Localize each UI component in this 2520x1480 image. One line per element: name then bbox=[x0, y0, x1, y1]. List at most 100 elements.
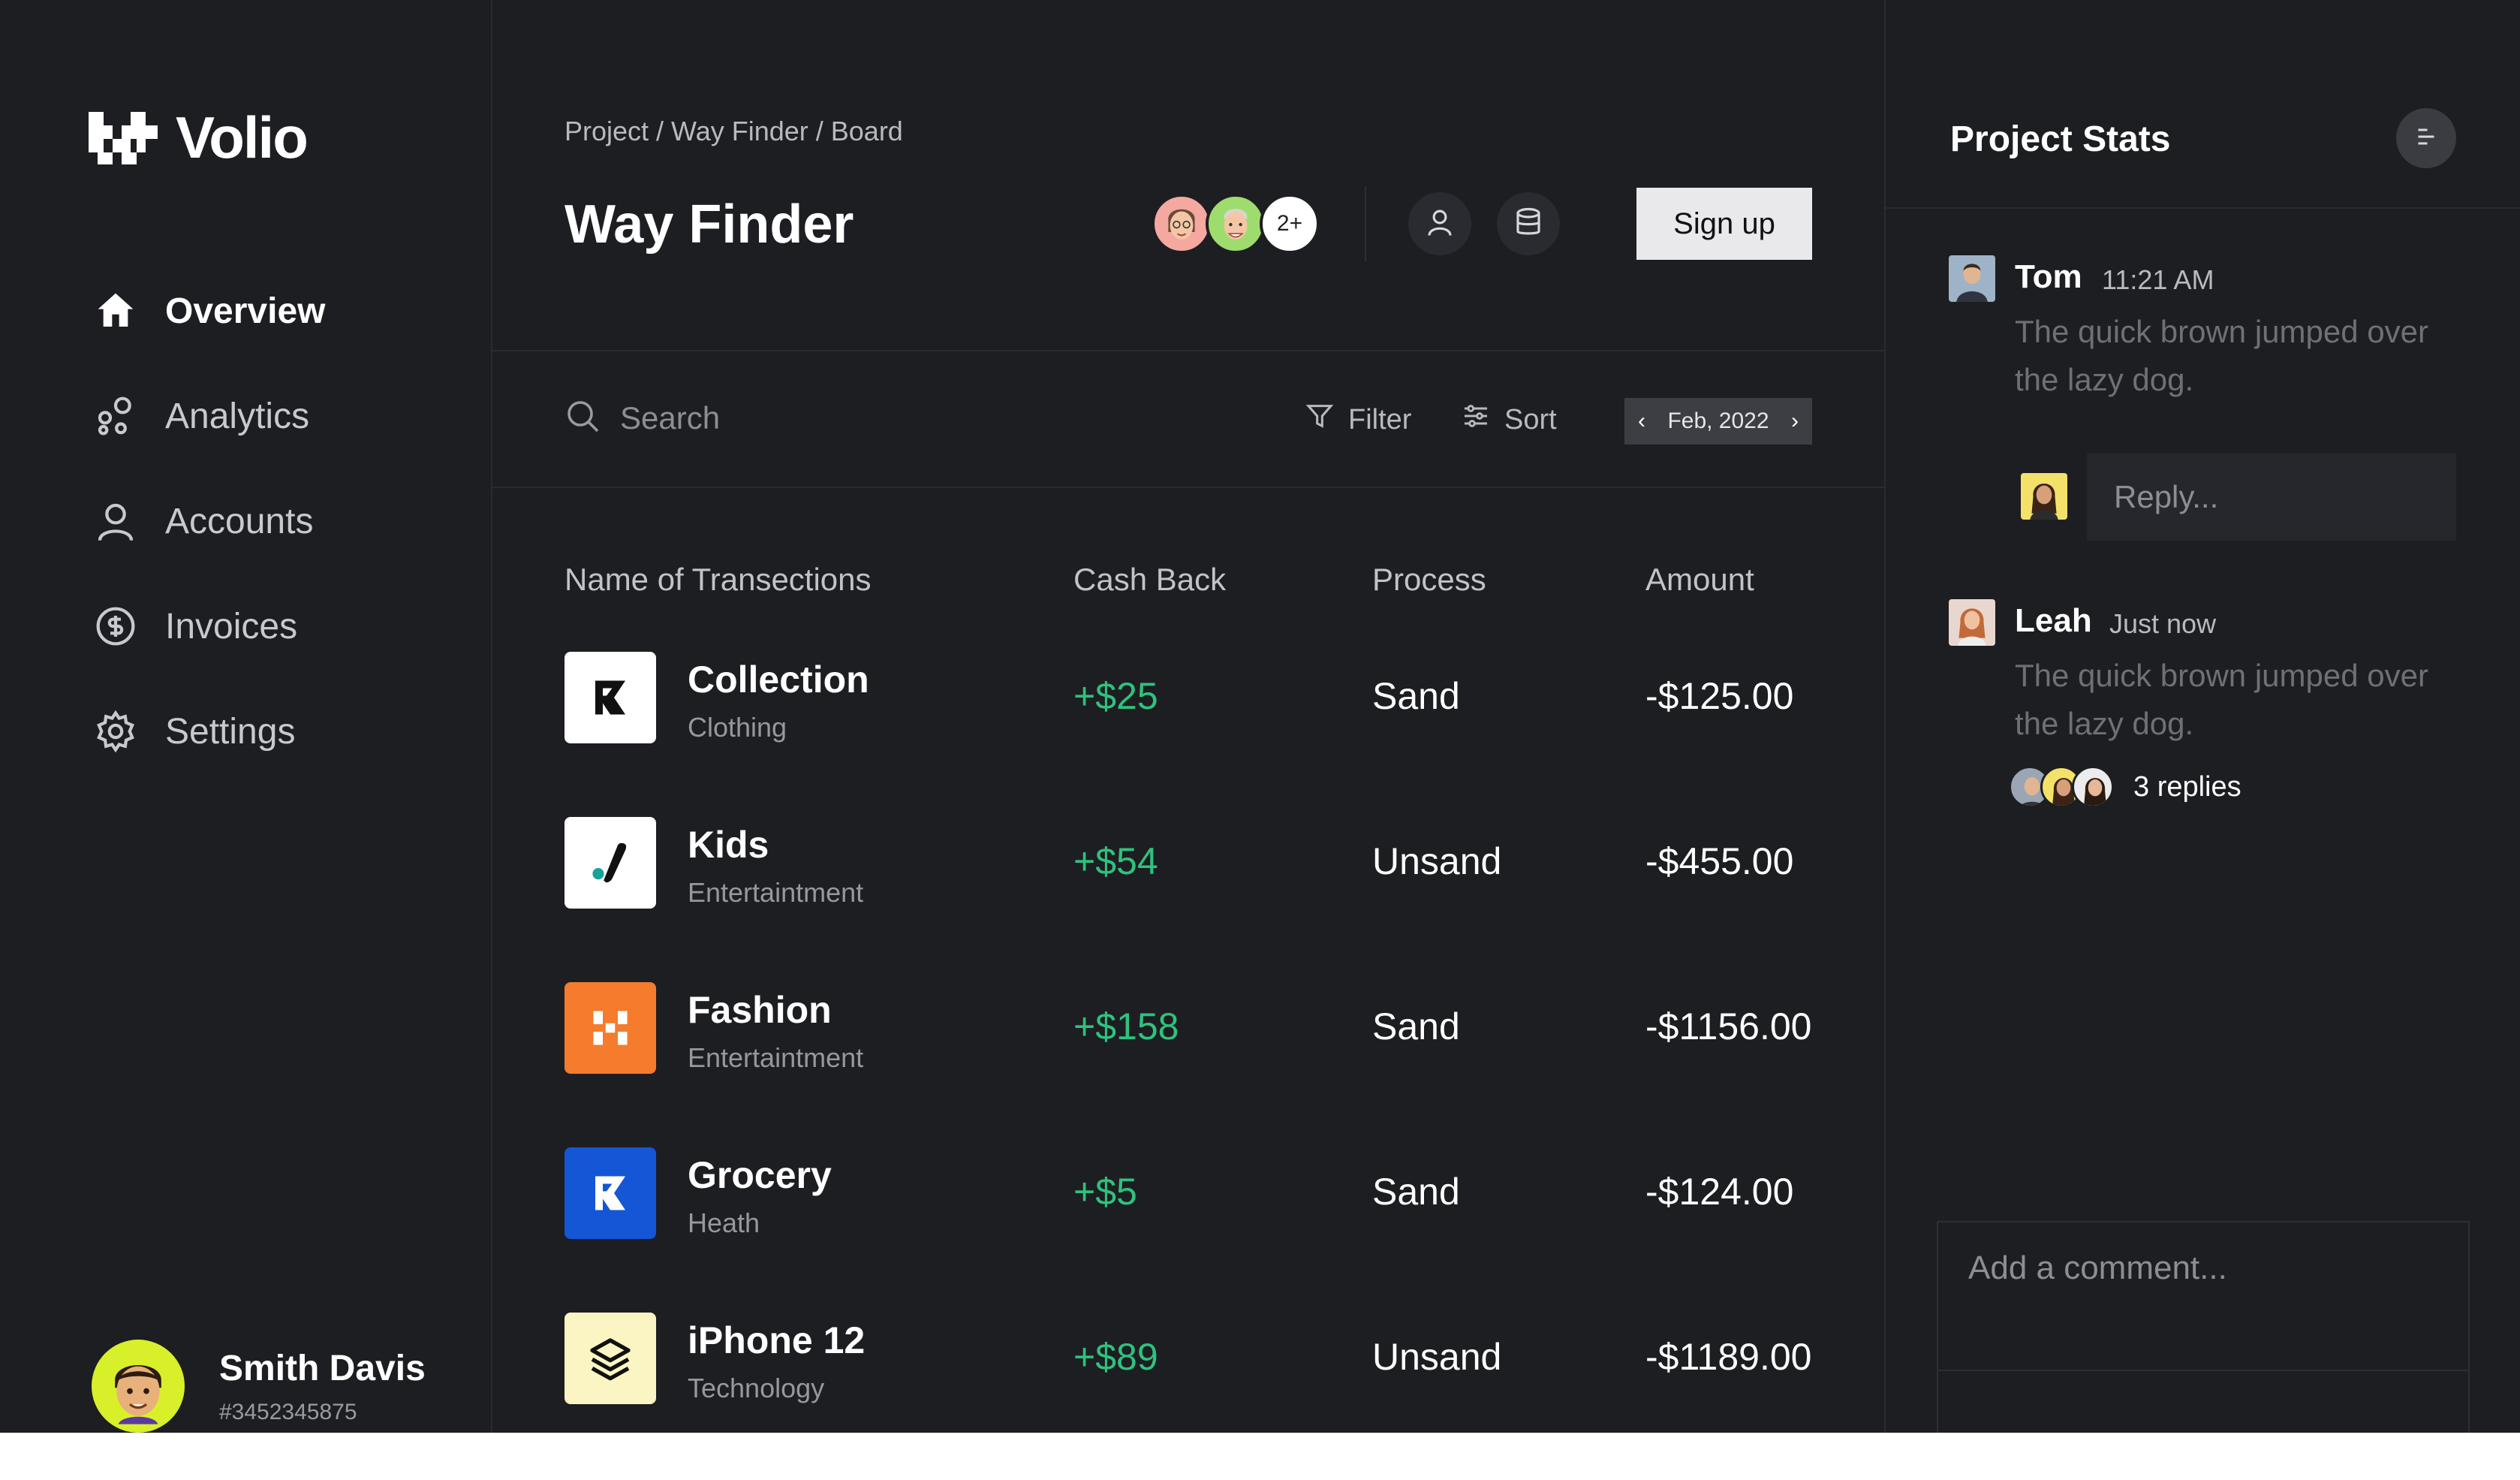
stats-header-divider bbox=[1886, 207, 2520, 209]
row-amount: -$125.00 bbox=[1645, 675, 1794, 717]
comment-avatar bbox=[1949, 599, 1995, 646]
database-icon bbox=[1513, 206, 1544, 242]
row-process: Sand bbox=[1372, 1005, 1460, 1047]
reply-avatar bbox=[2072, 766, 2114, 808]
profile-text: Smith Davis #3452345875 bbox=[219, 1348, 426, 1425]
chevron-left-icon[interactable]: ‹ bbox=[1638, 408, 1645, 434]
reply-field[interactable] bbox=[2087, 454, 2456, 541]
nav-label: Accounts bbox=[165, 501, 314, 541]
row-name: Kids bbox=[688, 824, 769, 866]
breadcrumb[interactable]: Project / Way Finder / Board bbox=[565, 116, 903, 147]
nav-item-analytics[interactable]: Analytics bbox=[92, 392, 309, 440]
filter-button[interactable]: Filter bbox=[1305, 401, 1411, 439]
nav-item-settings[interactable]: Settings bbox=[92, 707, 295, 755]
nav-label: Settings bbox=[165, 711, 296, 752]
column-header-cashback[interactable]: Cash Back bbox=[1073, 562, 1226, 598]
row-cashback: +$5 bbox=[1073, 1171, 1137, 1213]
nav-item-invoices[interactable]: Invoices bbox=[92, 602, 297, 650]
row-name: Fashion bbox=[688, 989, 832, 1031]
nav-item-overview[interactable]: Overview bbox=[92, 287, 325, 335]
search-input[interactable] bbox=[620, 399, 1070, 436]
panel-title: Project Stats bbox=[1950, 119, 2171, 159]
brand-name: Volio bbox=[176, 104, 309, 170]
search-icon bbox=[565, 398, 601, 438]
filter-label: Filter bbox=[1348, 403, 1412, 436]
row-process: Unsand bbox=[1372, 840, 1502, 882]
replies-thread[interactable]: 3 replies bbox=[2009, 766, 2242, 808]
chevron-right-icon[interactable]: › bbox=[1791, 408, 1799, 434]
row-cashback: +$25 bbox=[1073, 675, 1158, 717]
comment-input[interactable] bbox=[1968, 1249, 2434, 1287]
row-cashback: +$89 bbox=[1073, 1336, 1158, 1378]
profile-name: Smith Davis bbox=[219, 1348, 426, 1388]
replies-count[interactable]: 3 replies bbox=[2133, 771, 2242, 803]
nav-label: Overview bbox=[165, 291, 326, 331]
user-profile[interactable]: Smith Davis #3452345875 bbox=[92, 1340, 426, 1433]
row-category: Entertaintment bbox=[688, 877, 864, 908]
avatar bbox=[92, 1340, 185, 1433]
comment-field[interactable] bbox=[1937, 1221, 2470, 1371]
table-row[interactable]: Fashion Entertaintment +$158 Sand -$1156… bbox=[565, 982, 1818, 1102]
dollar-icon bbox=[92, 602, 140, 650]
row-process: Sand bbox=[1372, 675, 1460, 717]
volio-logo-icon bbox=[89, 111, 158, 164]
row-category: Clothing bbox=[688, 712, 787, 743]
row-process: Sand bbox=[1372, 1171, 1460, 1213]
member-avatars[interactable]: 2+ bbox=[1152, 194, 1320, 254]
members-button[interactable] bbox=[1408, 192, 1471, 255]
row-cashback: +$158 bbox=[1073, 1005, 1179, 1047]
row-amount: -$124.00 bbox=[1645, 1171, 1794, 1213]
row-cashback: +$54 bbox=[1073, 840, 1158, 882]
comment-author: Tom bbox=[2015, 258, 2082, 295]
nav-item-accounts[interactable]: Accounts bbox=[92, 497, 313, 545]
member-avatar bbox=[1152, 194, 1212, 254]
filter-icon bbox=[1305, 401, 1335, 439]
sort-button[interactable]: Sort bbox=[1461, 401, 1557, 439]
column-header-name[interactable]: Name of Transections bbox=[565, 562, 872, 598]
comment-text: The quick brown jumped over the lazy dog… bbox=[2015, 658, 2428, 741]
row-category: Heath bbox=[688, 1207, 760, 1238]
column-header-amount[interactable]: Amount bbox=[1645, 562, 1754, 598]
panel-menu-button[interactable] bbox=[2396, 108, 2456, 168]
analytics-icon bbox=[92, 392, 140, 440]
comment-text: The quick brown jumped over the lazy dog… bbox=[2015, 314, 2428, 397]
date-label: Feb, 2022 bbox=[1667, 408, 1769, 433]
row-name: iPhone 12 bbox=[688, 1319, 866, 1361]
brand-logo[interactable]: Volio bbox=[89, 104, 309, 172]
toolbar-divider bbox=[492, 487, 1884, 488]
header-separator bbox=[1365, 186, 1366, 261]
reply-input[interactable] bbox=[2114, 479, 2437, 515]
search-bar[interactable] bbox=[565, 398, 1070, 438]
page-title: Way Finder bbox=[565, 194, 854, 255]
nav-label: Invoices bbox=[165, 606, 298, 647]
comment-time: Just now bbox=[2109, 608, 2217, 639]
menu-lines-icon bbox=[2413, 123, 2440, 154]
more-members-badge: 2+ bbox=[1260, 194, 1320, 254]
kids-logo-icon bbox=[565, 817, 656, 909]
layers-logo-icon bbox=[565, 1313, 656, 1404]
comment-time: 11:21 AM bbox=[2102, 264, 2214, 295]
table-row[interactable]: Kids Entertaintment +$54 Unsand -$455.00 bbox=[565, 817, 1818, 937]
table-row[interactable]: Collection Clothing +$25 Sand -$125.00 bbox=[565, 652, 1818, 772]
comment-avatar bbox=[1949, 255, 1995, 302]
comment-field-extension bbox=[1937, 1371, 2470, 1433]
member-avatar bbox=[1206, 194, 1266, 254]
table-row[interactable]: iPhone 12 Technology +$89 Unsand -$1189.… bbox=[565, 1313, 1818, 1433]
sort-label: Sort bbox=[1504, 403, 1557, 436]
database-button[interactable] bbox=[1497, 192, 1560, 255]
row-amount: -$455.00 bbox=[1645, 840, 1794, 882]
sliders-icon bbox=[1461, 401, 1491, 439]
table-row[interactable]: Grocery Heath +$5 Sand -$124.00 bbox=[565, 1147, 1818, 1267]
row-process: Unsand bbox=[1372, 1336, 1502, 1378]
date-picker[interactable]: ‹ Feb, 2022 › bbox=[1624, 398, 1812, 445]
column-header-process[interactable]: Process bbox=[1372, 562, 1486, 598]
comment-author: Leah bbox=[2015, 602, 2092, 639]
signup-button[interactable]: Sign up bbox=[1636, 188, 1812, 260]
header-divider bbox=[492, 350, 1884, 351]
row-name: Grocery bbox=[688, 1154, 832, 1196]
nav-label: Analytics bbox=[165, 396, 310, 436]
row-amount: -$1189.00 bbox=[1645, 1336, 1812, 1378]
row-category: Technology bbox=[688, 1373, 825, 1403]
panel-divider bbox=[1884, 0, 1886, 1433]
app-window: Volio Overview Analytics Accounts Invoic… bbox=[0, 0, 2520, 1433]
